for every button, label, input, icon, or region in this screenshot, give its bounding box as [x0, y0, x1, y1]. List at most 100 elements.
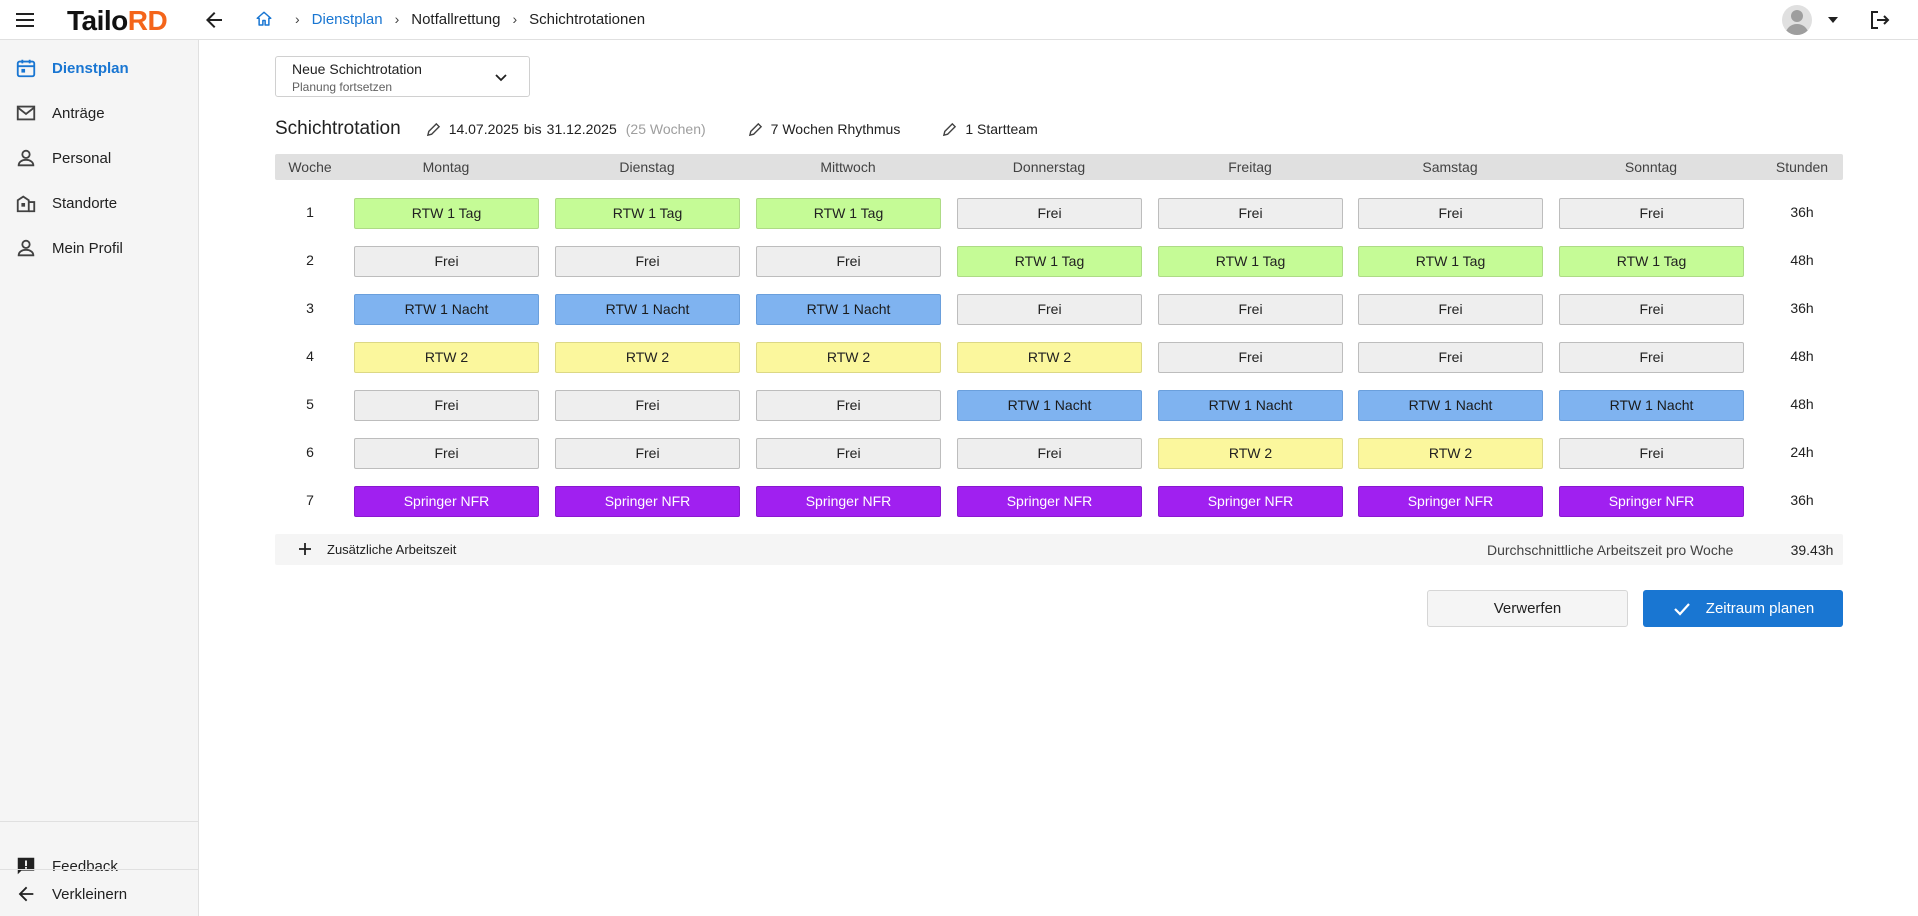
breadcrumb-notfallrettung[interactable]: Notfallrettung	[411, 11, 500, 28]
column-header-friday: Freitag	[1228, 159, 1272, 175]
logout-icon[interactable]	[1868, 8, 1892, 32]
shift-cell[interactable]: RTW 2	[756, 342, 941, 373]
logo-text-main: Tailo	[67, 5, 128, 36]
shift-cell[interactable]: RTW 1 Nacht	[756, 294, 941, 325]
shift-cell[interactable]: Frei	[756, 246, 941, 277]
back-arrow-icon[interactable]	[202, 8, 226, 32]
shift-cell[interactable]: RTW 1 Tag	[756, 198, 941, 229]
sidebar-item-label: Dienstplan	[52, 59, 129, 77]
add-extra-time-button[interactable]: Zusätzliche Arbeitszeit	[297, 541, 456, 557]
shift-cell[interactable]: Frei	[756, 390, 941, 421]
check-icon	[1674, 602, 1690, 616]
pencil-icon	[748, 122, 762, 136]
shift-cell[interactable]: Frei	[555, 390, 740, 421]
sidebar-item-dienstplan[interactable]: Dienstplan	[0, 46, 199, 90]
chevron-right-icon: ›	[512, 11, 518, 27]
shift-cell[interactable]: Springer NFR	[1559, 486, 1744, 517]
chevron-right-icon: ›	[394, 11, 400, 27]
shift-cell[interactable]: RTW 1 Tag	[354, 198, 539, 229]
week-number: 4	[306, 348, 314, 364]
shift-cell[interactable]: Frei	[354, 438, 539, 469]
shift-cell[interactable]: RTW 1 Tag	[555, 198, 740, 229]
shift-cell[interactable]: Frei	[756, 438, 941, 469]
edit-teams[interactable]: 1 Startteam	[942, 121, 1038, 137]
shift-cell[interactable]: Frei	[555, 438, 740, 469]
shift-cell[interactable]: Springer NFR	[1158, 486, 1343, 517]
breadcrumb-dienstplan[interactable]: Dienstplan	[312, 11, 383, 28]
shift-cell[interactable]: Frei	[354, 246, 539, 277]
shift-cell[interactable]: RTW 2	[957, 342, 1142, 373]
shift-cell[interactable]: Frei	[1559, 438, 1744, 469]
date-separator: bis	[523, 121, 542, 137]
home-icon[interactable]	[255, 10, 273, 28]
sidebar-item-mein-profil[interactable]: Mein Profil	[0, 226, 199, 270]
shift-cell[interactable]: RTW 2	[354, 342, 539, 373]
sidebar-collapse-button[interactable]: Verkleinern	[0, 872, 199, 916]
sidebar-item-antraege[interactable]: Anträge	[0, 91, 199, 135]
shift-cell[interactable]: RTW 1 Nacht	[1158, 390, 1343, 421]
page-title: Schichtrotation	[275, 118, 401, 139]
menu-icon[interactable]	[14, 10, 36, 30]
shift-cell[interactable]: Frei	[1158, 342, 1343, 373]
shift-cell[interactable]: RTW 1 Nacht	[1358, 390, 1543, 421]
pencil-icon	[426, 122, 440, 136]
shift-cell[interactable]: Frei	[1358, 294, 1543, 325]
sidebar-item-label: Personal	[52, 149, 112, 167]
person-icon	[17, 239, 35, 257]
shift-cell[interactable]: Frei	[1158, 294, 1343, 325]
shift-cell[interactable]: RTW 1 Nacht	[555, 294, 740, 325]
shift-cell[interactable]: Frei	[1358, 198, 1543, 229]
chevron-down-icon	[495, 74, 507, 82]
weeks-hint: (25 Wochen)	[625, 121, 706, 137]
shift-cell[interactable]: RTW 1 Nacht	[354, 294, 539, 325]
shift-cell[interactable]: RTW 2	[555, 342, 740, 373]
shift-cell[interactable]: Frei	[1559, 294, 1744, 325]
sidebar-item-standorte[interactable]: Standorte	[0, 181, 199, 225]
chevron-right-icon: ›	[295, 11, 300, 27]
shift-cell[interactable]: Springer NFR	[756, 486, 941, 517]
sidebar-divider	[0, 869, 199, 870]
shift-cell[interactable]: Frei	[1559, 198, 1744, 229]
caret-down-icon[interactable]	[1825, 12, 1841, 28]
shift-cell[interactable]: RTW 2	[1358, 438, 1543, 469]
column-header-tuesday: Dienstag	[619, 159, 675, 175]
shift-cell[interactable]: RTW 1 Tag	[957, 246, 1142, 277]
breadcrumb-schichtrotationen: Schichtrotationen	[529, 10, 646, 28]
rotation-select[interactable]: Neue Schichtrotation Planung fortsetzen	[275, 56, 530, 97]
shift-cell[interactable]: Springer NFR	[1358, 486, 1543, 517]
shift-cell[interactable]: Frei	[354, 390, 539, 421]
shift-cell[interactable]: Frei	[957, 438, 1142, 469]
shift-cell[interactable]: Frei	[957, 294, 1142, 325]
shift-cell[interactable]: Frei	[555, 246, 740, 277]
shift-cell[interactable]: Frei	[957, 198, 1142, 229]
sidebar-item-label: Verkleinern	[52, 885, 128, 903]
week-hours: 36h	[1790, 492, 1814, 508]
shift-cell[interactable]: Springer NFR	[354, 486, 539, 517]
app-logo[interactable]: TailoRD	[67, 5, 168, 37]
edit-date-range[interactable]: 14.07.2025 bis 31.12.2025 (25 Wochen)	[426, 121, 706, 137]
sidebar-item-personal[interactable]: Personal	[0, 136, 199, 180]
arrow-left-icon	[18, 886, 34, 902]
shift-cell[interactable]: RTW 1 Nacht	[1559, 390, 1744, 421]
discard-button[interactable]: Verwerfen	[1427, 590, 1628, 627]
shift-cell[interactable]: RTW 2	[1158, 438, 1343, 469]
mail-icon	[16, 105, 36, 121]
shift-cell[interactable]: RTW 1 Nacht	[957, 390, 1142, 421]
shift-cell[interactable]: Springer NFR	[555, 486, 740, 517]
shift-cell[interactable]: RTW 1 Tag	[1559, 246, 1744, 277]
top-bar: TailoRD › Dienstplan › Notfallrettung › …	[0, 0, 1918, 40]
week-number: 2	[306, 252, 314, 268]
shift-cell[interactable]: Frei	[1358, 342, 1543, 373]
building-icon	[16, 195, 36, 213]
average-hours-value: 39.43h	[1790, 542, 1834, 558]
pencil-icon	[943, 122, 957, 136]
shift-cell[interactable]: Springer NFR	[957, 486, 1142, 517]
avatar[interactable]	[1782, 5, 1812, 35]
shift-cell[interactable]: Frei	[1559, 342, 1744, 373]
plan-period-button[interactable]: Zeitraum planen	[1643, 590, 1843, 627]
week-hours: 36h	[1790, 204, 1814, 220]
shift-cell[interactable]: RTW 1 Tag	[1358, 246, 1543, 277]
shift-cell[interactable]: Frei	[1158, 198, 1343, 229]
shift-cell[interactable]: RTW 1 Tag	[1158, 246, 1343, 277]
edit-rhythm[interactable]: 7 Wochen Rhythmus	[748, 121, 900, 137]
